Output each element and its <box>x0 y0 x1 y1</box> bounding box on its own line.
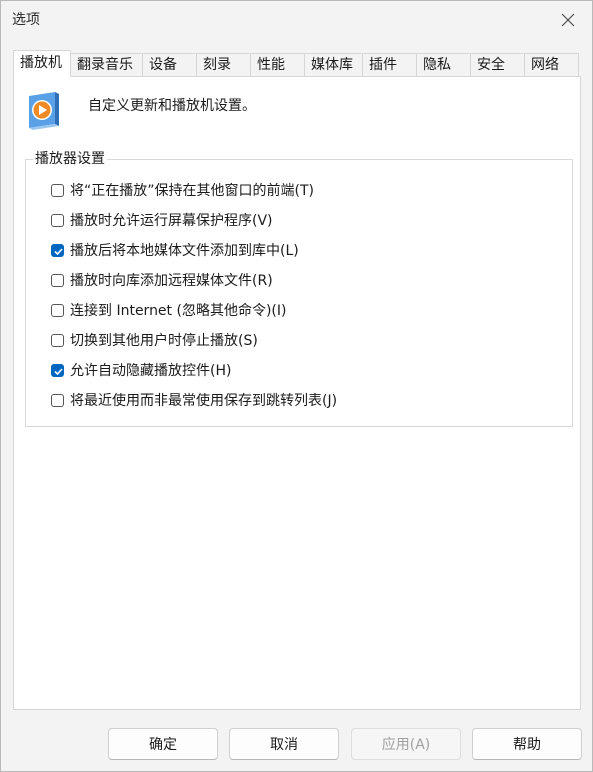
option-save-recent-to-jumplist[interactable]: 将最近使用而非最常使用保存到跳转列表(J) <box>51 390 337 410</box>
tab-burn[interactable]: 刻录 <box>197 53 251 76</box>
title-bar: 选项 <box>1 1 592 39</box>
tab-performance[interactable]: 性能 <box>251 53 305 76</box>
window-title: 选项 <box>12 12 40 28</box>
tab-label: 播放机 <box>20 55 62 71</box>
option-stop-on-user-switch[interactable]: 切换到其他用户时停止播放(S) <box>51 330 258 350</box>
checkbox[interactable] <box>51 213 64 227</box>
option-label: 将最近使用而非最常使用保存到跳转列表(J) <box>70 393 338 409</box>
windows-media-player-icon <box>29 92 59 130</box>
checkbox[interactable] <box>51 393 64 407</box>
option-allow-screensaver[interactable]: 播放时允许运行屏幕保护程序(V) <box>51 210 273 230</box>
tab-security[interactable]: 安全 <box>471 53 525 76</box>
intro-text: 自定义更新和播放机设置。 <box>88 98 256 114</box>
checkmark-icon <box>54 247 63 255</box>
option-keep-now-playing-on-top[interactable]: 将“正在播放”保持在其他窗口的前端(T) <box>51 180 314 200</box>
tab-strip: 播放机 翻录音乐 设备 刻录 性能 媒体库 插件 隐私 安全 网络 <box>13 50 579 77</box>
checkbox-checked[interactable] <box>51 243 64 257</box>
checkbox[interactable] <box>51 303 64 317</box>
close-icon <box>561 13 575 27</box>
tab-label: 网络 <box>531 57 559 73</box>
checkbox[interactable] <box>51 333 64 347</box>
tab-player[interactable]: 播放机 <box>13 50 71 77</box>
options-dialog: 选项 播放机 翻录音乐 设备 刻录 性能 媒体库 插件 隐私 安全 网络 自定义… <box>0 0 593 772</box>
tab-plugins[interactable]: 插件 <box>363 53 417 76</box>
checkbox[interactable] <box>51 273 64 287</box>
option-label: 播放时允许运行屏幕保护程序(V) <box>70 213 273 229</box>
player-settings-group: 播放器设置 将“正在播放”保持在其他窗口的前端(T) 播放时允许运行屏幕保护程序… <box>25 150 573 427</box>
ok-button[interactable]: 确定 <box>108 728 218 760</box>
option-add-remote-files-to-library[interactable]: 播放时向库添加远程媒体文件(R) <box>51 270 273 290</box>
close-button[interactable] <box>550 5 586 35</box>
checkbox[interactable] <box>51 183 64 197</box>
checkmark-icon <box>54 367 63 375</box>
option-autohide-controls[interactable]: 允许自动隐藏播放控件(H) <box>51 360 231 380</box>
checkbox-checked[interactable] <box>51 363 64 377</box>
tab-label: 设备 <box>149 57 177 73</box>
option-label: 播放后将本地媒体文件添加到库中(L) <box>70 243 299 259</box>
option-label: 允许自动隐藏播放控件(H) <box>70 363 232 379</box>
tab-devices[interactable]: 设备 <box>143 53 197 76</box>
tab-label: 隐私 <box>423 57 451 73</box>
tab-label: 媒体库 <box>311 57 353 73</box>
help-button[interactable]: 帮助 <box>472 728 582 760</box>
option-add-local-files-to-library[interactable]: 播放后将本地媒体文件添加到库中(L) <box>51 240 299 260</box>
tab-label: 刻录 <box>203 57 231 73</box>
option-label: 播放时向库添加远程媒体文件(R) <box>70 273 273 289</box>
apply-button[interactable]: 应用(A) <box>351 728 461 760</box>
group-title: 播放器设置 <box>33 150 107 168</box>
tab-label: 翻录音乐 <box>77 57 133 73</box>
player-tab-panel: 自定义更新和播放机设置。 播放器设置 将“正在播放”保持在其他窗口的前端(T) … <box>13 76 581 710</box>
tab-privacy[interactable]: 隐私 <box>417 53 471 76</box>
cancel-button[interactable]: 取消 <box>229 728 339 760</box>
option-connect-to-internet[interactable]: 连接到 Internet (忽略其他命令)(I) <box>51 300 286 320</box>
option-label: 切换到其他用户时停止播放(S) <box>70 333 258 349</box>
tab-label: 安全 <box>477 57 505 73</box>
tab-network[interactable]: 网络 <box>525 53 579 76</box>
tab-rip-music[interactable]: 翻录音乐 <box>71 53 143 76</box>
option-label: 将“正在播放”保持在其他窗口的前端(T) <box>70 183 314 199</box>
tab-label: 性能 <box>257 57 285 73</box>
tab-library[interactable]: 媒体库 <box>305 53 363 76</box>
option-label: 连接到 Internet (忽略其他命令)(I) <box>70 303 287 319</box>
tab-label: 插件 <box>369 57 397 73</box>
